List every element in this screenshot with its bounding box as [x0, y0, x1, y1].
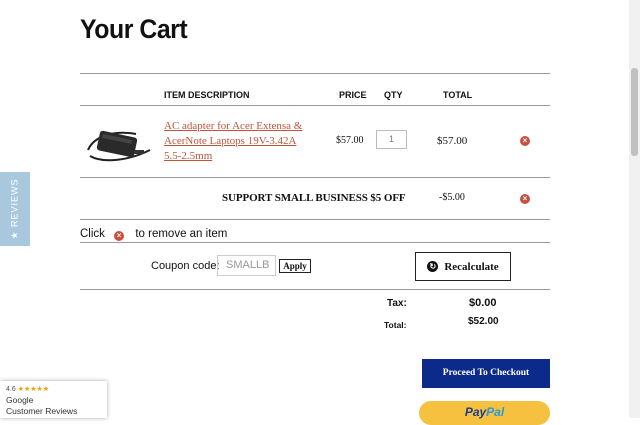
header-price: PRICE	[339, 90, 367, 100]
divider	[80, 105, 550, 106]
remove-hint-before: Click	[80, 228, 105, 240]
star-icon: ★★★★★	[17, 386, 50, 393]
refresh-icon: ↻	[427, 261, 439, 272]
paypal-button[interactable]: PayPal	[419, 401, 550, 425]
tax-label: Tax:	[387, 298, 407, 309]
header-total: TOTAL	[443, 90, 473, 100]
google-rating-value: 4.6	[6, 386, 16, 393]
close-circle-icon[interactable]: ×	[520, 136, 530, 146]
page-title: Your Cart	[80, 14, 188, 44]
google-rating: 4.6 ★★★★★	[6, 385, 49, 393]
reviews-tab[interactable]: ★ REVIEWS	[0, 172, 30, 246]
recalculate-label: Recalculate	[444, 260, 499, 273]
item-price: $57.00	[336, 135, 364, 146]
scrollbar-thumb[interactable]	[631, 68, 638, 156]
checkout-button[interactable]: Proceed To Checkout	[422, 359, 550, 388]
total-value: $52.00	[468, 316, 499, 327]
item-total: $57.00	[437, 135, 468, 147]
paypal-logo-part1: Pay	[464, 405, 487, 419]
divider	[80, 242, 550, 243]
remove-hint-after: to remove an item	[135, 228, 228, 240]
close-circle-icon[interactable]: ×	[520, 194, 530, 204]
google-reviews-badge[interactable]: 4.6 ★★★★★ Google Customer Reviews	[0, 381, 107, 418]
discount-label: SUPPORT SMALL BUSINESS $5 OFF	[222, 192, 406, 204]
coupon-input[interactable]: SMALLB	[217, 255, 276, 276]
total-label: Total:	[384, 320, 407, 330]
customer-reviews-label: Customer Reviews	[6, 406, 78, 416]
tax-value: $0.00	[469, 297, 497, 309]
divider	[80, 219, 550, 220]
reviews-tab-label: ★ REVIEWS	[9, 178, 20, 240]
close-circle-icon: ×	[114, 231, 125, 241]
product-image[interactable]	[84, 120, 154, 168]
paypal-logo-part2: Pal	[486, 405, 505, 419]
coupon-label: Coupon code:	[151, 260, 220, 272]
header-qty: QTY	[384, 90, 403, 100]
divider	[80, 73, 550, 74]
discount-value: -$5.00	[439, 192, 465, 203]
apply-button[interactable]: Apply	[279, 259, 311, 273]
product-link[interactable]: AC adapter for Acer Extensa & AcerNote L…	[164, 119, 314, 164]
scrollbar-track[interactable]	[629, 0, 640, 418]
google-label: Google	[6, 395, 34, 405]
remove-hint: Click × to remove an item	[80, 228, 227, 241]
quantity-input[interactable]: 1	[376, 130, 407, 149]
divider	[80, 289, 550, 290]
header-item-description: ITEM DESCRIPTION	[164, 90, 250, 100]
divider	[80, 177, 550, 178]
recalculate-button[interactable]: ↻ Recalculate	[415, 252, 511, 281]
